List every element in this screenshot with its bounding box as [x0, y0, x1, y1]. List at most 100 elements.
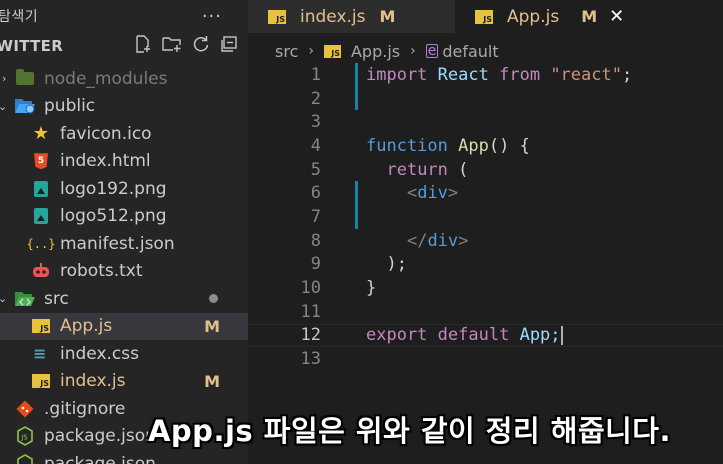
tree-item-public[interactable]: ⌄ public	[0, 93, 248, 121]
code-line: 6 <div>	[248, 181, 723, 205]
code-line: 9 );	[248, 253, 723, 277]
tree-item-label: index.html	[60, 151, 151, 172]
code-text: </div>	[406, 230, 469, 251]
js-file-icon: JS	[268, 9, 286, 24]
line-number: 7	[310, 206, 321, 227]
chevron-down-icon: ⌄	[0, 292, 8, 306]
gutter-change-marker	[321, 86, 366, 111]
gutter-change-marker	[321, 181, 366, 205]
code-editor[interactable]: 1 import React from "react"; 2 3 4 funct…	[248, 63, 723, 383]
star-icon: ★	[32, 123, 50, 145]
refresh-icon[interactable]	[192, 35, 210, 58]
tree-item-label: favicon.ico	[60, 123, 152, 144]
code-text: }	[366, 278, 377, 299]
tree-item-label: manifest.json	[60, 233, 175, 254]
code-text: import React from "react";	[366, 64, 633, 85]
html-file-icon: 5	[30, 151, 52, 171]
modified-badge: M	[204, 371, 220, 391]
tree-item-logo192[interactable]: logo192.png	[0, 175, 248, 203]
tree-item-node-modules[interactable]: › node_modules	[0, 65, 248, 93]
line-number: 12	[300, 325, 321, 346]
code-text: export default App;	[366, 325, 563, 346]
tree-item-index-js[interactable]: JS index.js M	[0, 368, 248, 396]
line-number: 6	[310, 183, 321, 204]
text-cursor	[560, 325, 563, 345]
image-file-icon	[30, 179, 52, 199]
folder-open-icon	[14, 96, 36, 116]
tree-item-robots-txt[interactable]: robots.txt	[0, 258, 248, 286]
tree-item-favicon[interactable]: ★ favicon.ico	[0, 120, 248, 148]
project-header[interactable]: TWITTER	[0, 32, 248, 60]
tree-item-src[interactable]: ⌄ src	[0, 285, 248, 313]
line-number: 2	[310, 88, 321, 109]
line-number: 1	[310, 64, 321, 85]
tree-item-label: logo512.png	[60, 206, 167, 227]
tree-item-label: package.json	[44, 453, 156, 464]
js-file-icon: JS	[30, 316, 52, 336]
explorer-title: 탐색기	[0, 9, 39, 25]
close-icon[interactable]: ✕	[609, 6, 624, 27]
node-icon	[14, 453, 36, 464]
code-line: 13	[248, 347, 723, 371]
code-line: 2	[248, 86, 723, 111]
tab-label: App.js	[507, 6, 560, 27]
breadcrumb-folder[interactable]: src	[275, 42, 298, 61]
code-text: function App() {	[366, 135, 530, 156]
tab-label: index.js	[300, 6, 366, 27]
code-line: 4 function App() {	[248, 134, 723, 158]
tree-item-app-js[interactable]: JS App.js M	[0, 312, 248, 340]
line-number: 11	[300, 301, 321, 322]
explorer-sidebar: 탐색기 ··· TWITTER › node_modules	[0, 0, 248, 464]
js-file-icon: JS	[323, 44, 341, 58]
tree-item-label: index.css	[60, 343, 139, 364]
js-file-icon: JS	[475, 9, 493, 24]
tree-item-label: robots.txt	[60, 261, 143, 282]
folder-icon	[14, 69, 36, 89]
tab-app-js[interactable]: JS App.js M ✕	[455, 0, 723, 33]
subtitle-caption: App.js 파일은 위와 같이 정리 해줍니다.	[147, 414, 672, 448]
explorer-header: 탐색기 ···	[0, 0, 248, 32]
folder-open-icon	[14, 289, 36, 309]
code-text: <div>	[406, 183, 459, 204]
json-file-icon: {..}	[26, 236, 56, 251]
line-number: 5	[310, 159, 321, 180]
tree-item-package-json-2[interactable]: package.json	[0, 450, 248, 464]
tree-item-index-html[interactable]: 5 index.html	[0, 148, 248, 176]
modified-badge: M	[379, 7, 396, 26]
line-number: 4	[310, 135, 321, 156]
tree-item-index-css[interactable]: ≡ index.css	[0, 340, 248, 368]
more-actions-icon[interactable]: ···	[202, 6, 222, 27]
robot-icon	[30, 261, 52, 281]
line-number: 10	[300, 278, 321, 299]
file-tree: › node_modules ⌄ public ★ favicon.ico 5 …	[0, 65, 248, 464]
line-number: 9	[310, 254, 321, 275]
code-text: return (	[386, 159, 469, 180]
tree-item-manifest-json[interactable]: {..} manifest.json	[0, 230, 248, 258]
gutter-change-marker	[321, 63, 366, 87]
explorer-actions	[134, 34, 238, 58]
tree-item-label: index.js	[60, 371, 126, 392]
tree-item-label: node_modules	[44, 68, 168, 89]
modified-dot	[209, 294, 218, 304]
code-line: 8 </div>	[248, 229, 723, 253]
line-number: 3	[310, 112, 321, 133]
collapse-icon[interactable]	[220, 35, 238, 58]
breadcrumb-file[interactable]: App.js	[351, 42, 400, 61]
editor-tabs: JS index.js M JS App.js M ✕	[248, 0, 723, 33]
symbol-variable-icon: e	[425, 43, 439, 59]
tree-item-label: public	[44, 96, 96, 117]
tree-item-logo512[interactable]: logo512.png	[0, 203, 248, 231]
css-file-icon: ≡	[33, 343, 47, 363]
tab-index-js[interactable]: JS index.js M	[248, 0, 455, 33]
code-line: 7	[248, 205, 723, 229]
code-line: 5 return (	[248, 158, 723, 182]
tree-item-label: src	[44, 288, 69, 309]
code-line: 3	[248, 110, 723, 134]
new-file-icon[interactable]	[134, 34, 152, 58]
tree-item-label: logo192.png	[60, 178, 167, 199]
breadcrumb-symbol[interactable]: default	[442, 42, 498, 61]
project-name: TWITTER	[0, 37, 64, 55]
new-folder-icon[interactable]	[162, 35, 182, 58]
code-text: );	[386, 254, 407, 275]
modified-badge: M	[204, 316, 220, 336]
